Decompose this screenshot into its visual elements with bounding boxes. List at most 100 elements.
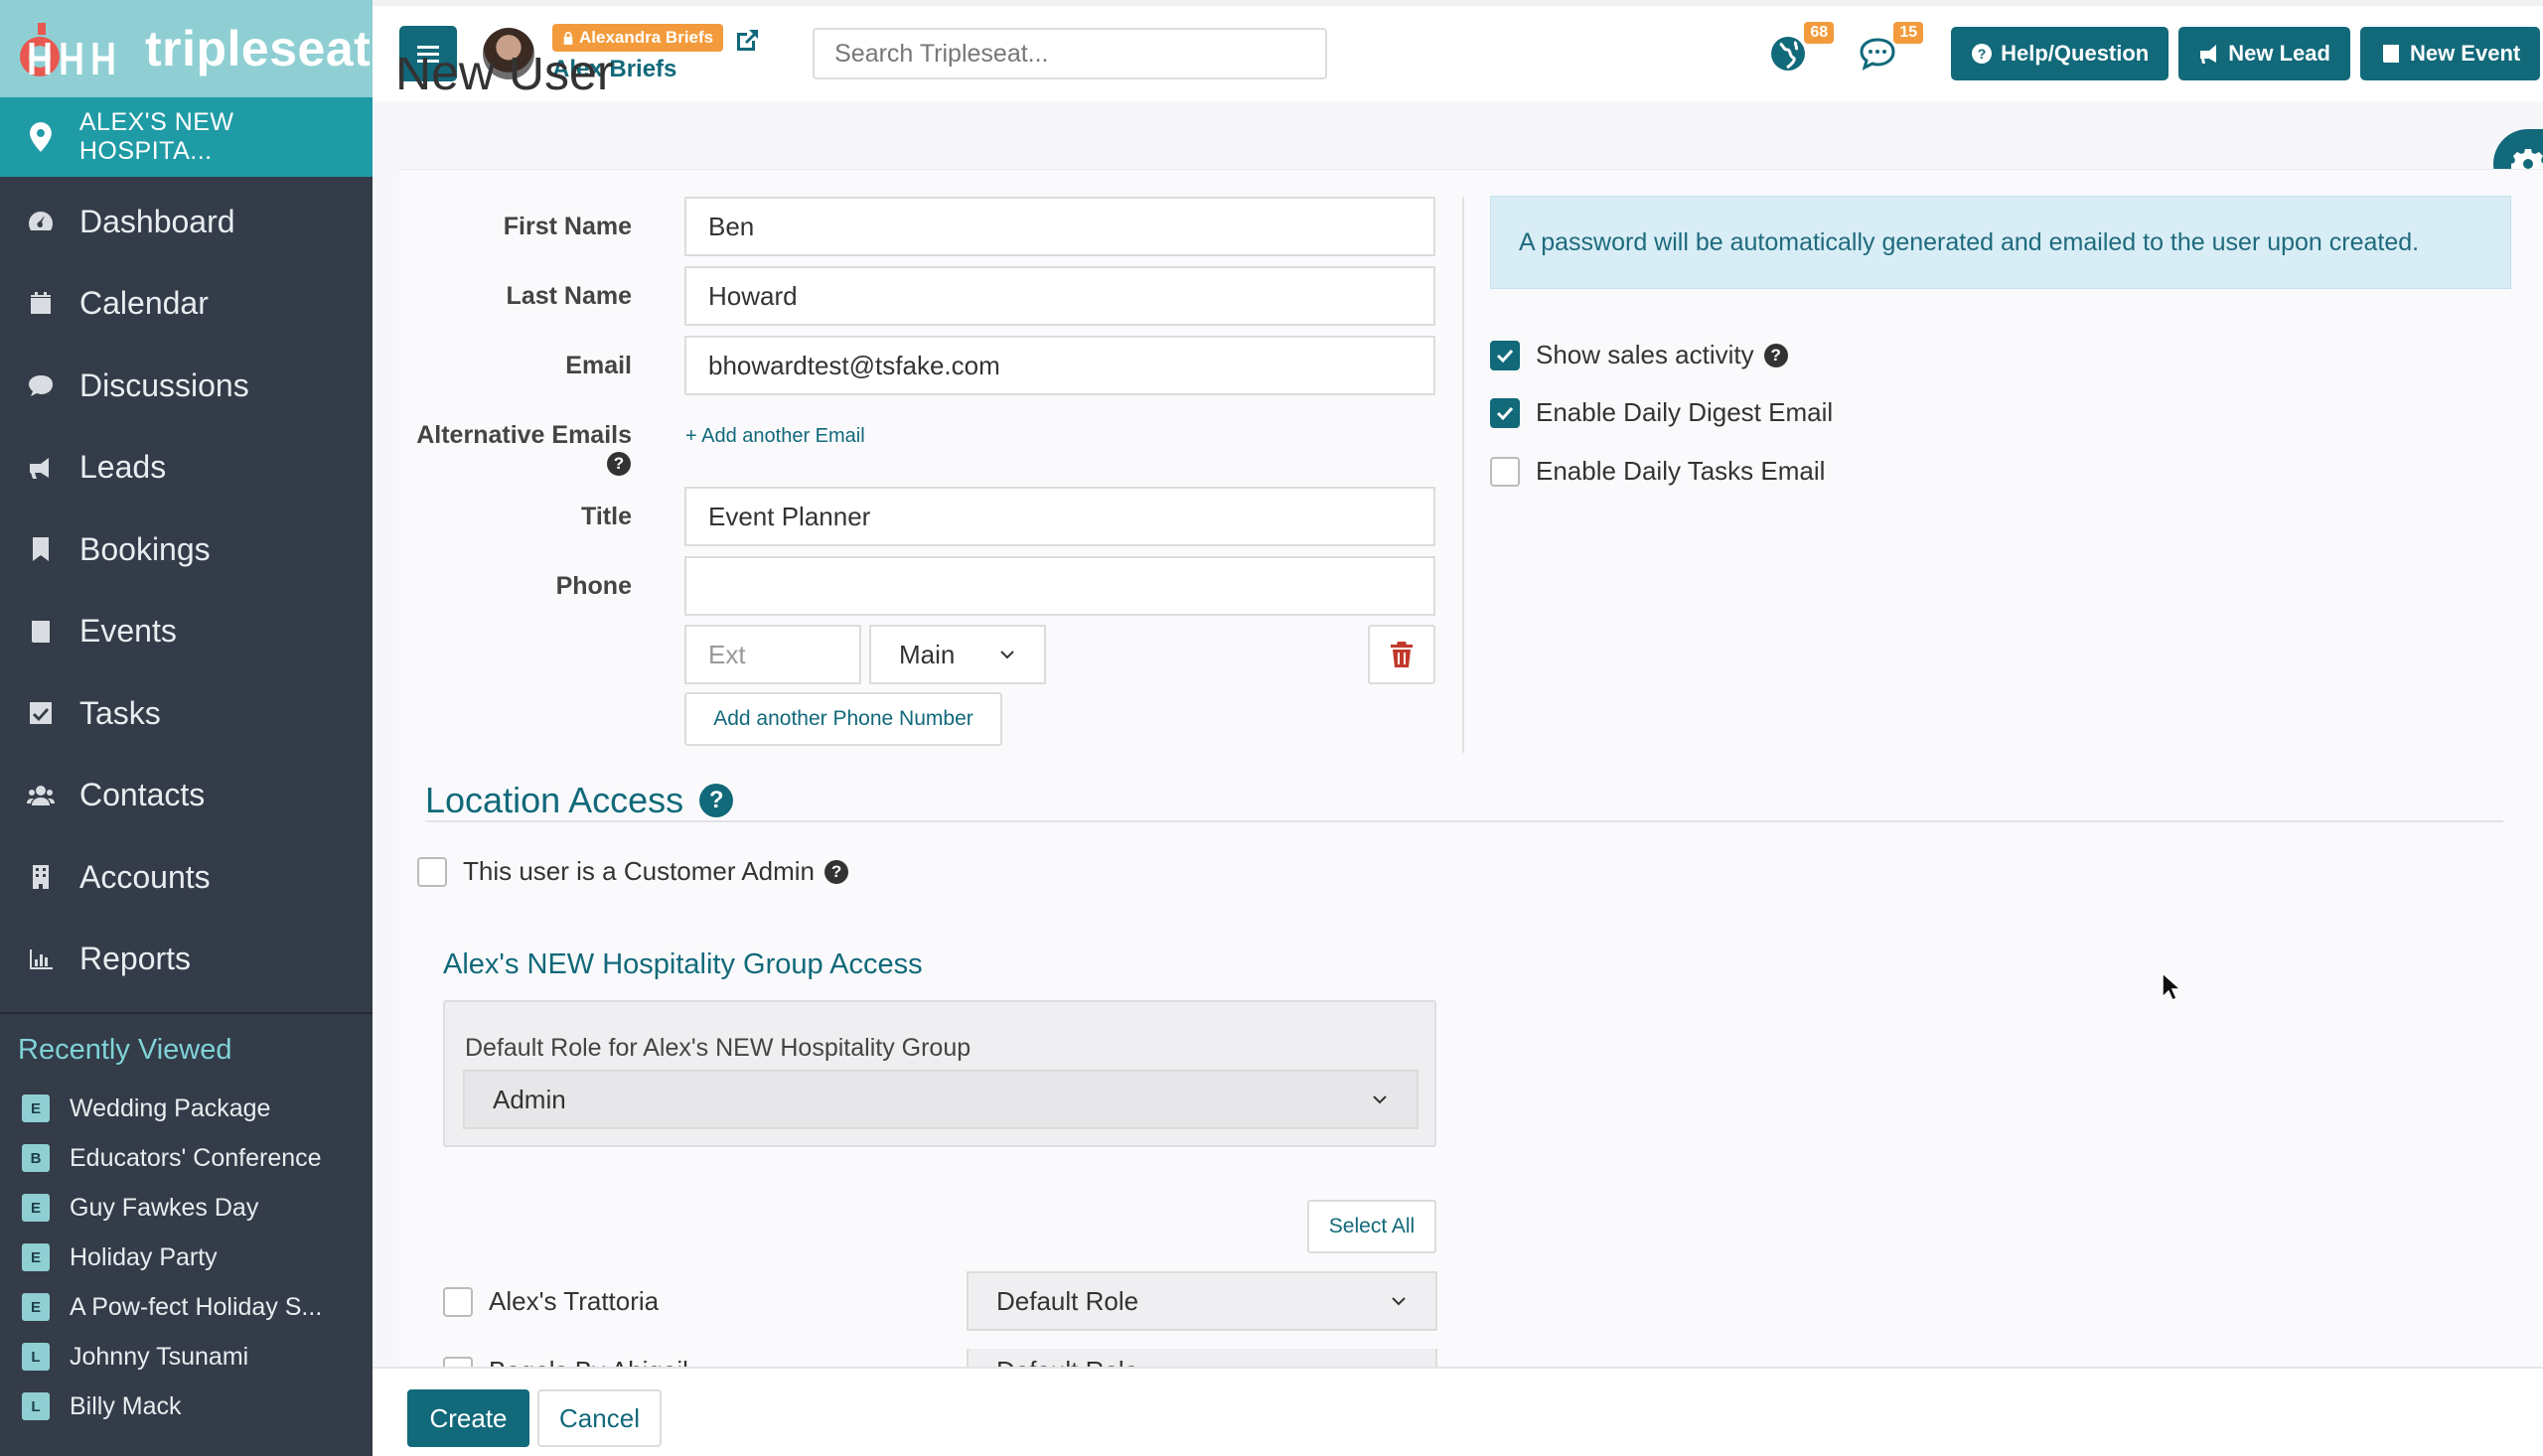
sidebar-item-label: Dashboard xyxy=(79,203,235,239)
recent-item[interactable]: E Holiday Party xyxy=(0,1233,373,1282)
hamburger-icon xyxy=(417,52,439,56)
bar-chart-icon xyxy=(26,945,56,974)
brand-header[interactable]: tripleseat xyxy=(0,0,373,97)
customer-admin-label: This user is a Customer Admin xyxy=(463,856,816,886)
location-checkbox[interactable] xyxy=(443,1286,473,1317)
daily-tasks-checkbox[interactable] xyxy=(1490,456,1520,487)
phone-ext-field[interactable]: Ext xyxy=(684,625,861,684)
new-event-button[interactable]: New Event xyxy=(2359,27,2541,80)
form-footer: Create Cancel xyxy=(373,1367,2543,1456)
messages-button[interactable]: 15 xyxy=(1854,22,1924,77)
option-daily-tasks: Enable Daily Tasks Email xyxy=(1490,456,1825,487)
help-icon[interactable]: ? xyxy=(824,859,849,884)
customer-admin-checkbox[interactable] xyxy=(417,856,447,887)
recently-viewed-title: Recently Viewed xyxy=(18,1034,232,1066)
location-role-value: Default Role xyxy=(996,1356,1138,1368)
sidebar-item-label: Events xyxy=(79,613,177,650)
option-label: Enable Daily Digest Email xyxy=(1536,397,1834,427)
sidebar-item-reports[interactable]: Reports xyxy=(0,919,373,1001)
trash-icon xyxy=(1391,642,1413,667)
email-field[interactable]: bhowardtest@tsfake.com xyxy=(684,336,1435,395)
search-input[interactable] xyxy=(813,28,1328,79)
sidebar-item-accounts[interactable]: Accounts xyxy=(0,836,373,919)
phone-label: Phone xyxy=(555,572,632,600)
recent-item[interactable]: E A Pow-fect Holiday S... xyxy=(0,1282,373,1332)
location-role-select[interactable]: Default Role xyxy=(967,1271,1437,1331)
add-another-email-link[interactable]: + Add another Email xyxy=(685,425,865,448)
location-role-select[interactable]: Default Role xyxy=(967,1349,1437,1367)
recent-item[interactable]: L Johnny Tsunami xyxy=(0,1332,373,1382)
sidebar-item-contacts[interactable]: Contacts xyxy=(0,755,373,837)
add-phone-number-button[interactable]: Add another Phone Number xyxy=(684,692,1002,746)
new-event-label: New Event xyxy=(2409,41,2521,66)
book-icon xyxy=(26,617,56,647)
show-sales-activity-checkbox[interactable] xyxy=(1490,340,1520,370)
recent-item[interactable]: B Educators' Conference xyxy=(0,1133,373,1183)
first-name-field[interactable]: Ben xyxy=(684,197,1435,256)
tripleseat-logo-icon xyxy=(20,23,114,76)
new-lead-button[interactable]: New Lead xyxy=(2178,27,2350,80)
title-field[interactable]: Event Planner xyxy=(684,487,1435,546)
messages-count: 15 xyxy=(1893,22,1924,44)
chat-icon xyxy=(1860,38,1895,71)
sidebar-item-label: Calendar xyxy=(79,285,209,322)
last-name-field[interactable]: Howard xyxy=(684,266,1435,326)
recent-item-label: Billy Mack xyxy=(70,1391,182,1420)
phone-type-select[interactable]: Main xyxy=(869,625,1046,684)
top-bar: Alexandra Briefs Alex Briefs 68 15 ? Hel… xyxy=(373,0,2543,101)
help-question-label: Help/Question xyxy=(2001,41,2150,66)
notifications-count: 68 xyxy=(1804,22,1835,44)
recent-item[interactable]: E Guy Fawkes Day xyxy=(0,1183,373,1233)
location-row: Bagels By Abigail xyxy=(443,1356,688,1367)
section-divider xyxy=(425,820,2503,822)
globe-icon xyxy=(1771,37,1806,71)
mouse-cursor-icon xyxy=(2162,971,2182,1002)
impersonation-badge[interactable]: Alexandra Briefs xyxy=(552,24,724,52)
external-link-icon[interactable] xyxy=(733,27,761,55)
sidebar-item-dashboard[interactable]: Dashboard xyxy=(0,181,373,263)
bullhorn-icon xyxy=(26,453,56,483)
phone-field[interactable] xyxy=(684,556,1435,616)
default-role-well: Default Role for Alex's NEW Hospitality … xyxy=(443,1000,1436,1147)
location-selector[interactable]: ALEX'S NEW HOSPITA... xyxy=(0,97,373,177)
sidebar-item-label: Leads xyxy=(79,449,167,486)
delete-phone-button[interactable] xyxy=(1368,625,1435,684)
select-all-button[interactable]: Select All xyxy=(1307,1200,1436,1253)
location-name: Alex's Trattoria xyxy=(489,1286,660,1316)
default-role-label: Default Role for Alex's NEW Hospitality … xyxy=(465,1034,972,1062)
recent-item-label: Guy Fawkes Day xyxy=(70,1193,259,1222)
title-label: Title xyxy=(581,503,632,530)
recent-item[interactable]: E Wedding Package xyxy=(0,1084,373,1133)
location-checkbox[interactable] xyxy=(443,1356,473,1367)
record-type-badge: L xyxy=(22,1343,50,1371)
location-role-value: Default Role xyxy=(996,1285,1139,1316)
help-question-button[interactable]: ? Help/Question xyxy=(1951,27,2169,80)
sidebar-item-bookings[interactable]: Bookings xyxy=(0,509,373,591)
alternative-emails-label: Alternative Emails xyxy=(416,421,632,449)
sidebar-item-label: Discussions xyxy=(79,366,249,403)
sidebar-item-leads[interactable]: Leads xyxy=(0,427,373,510)
notifications-button[interactable]: 68 xyxy=(1764,22,1835,77)
daily-digest-checkbox[interactable] xyxy=(1490,397,1520,428)
cancel-button[interactable]: Cancel xyxy=(537,1389,662,1447)
help-icon[interactable]: ? xyxy=(1763,343,1788,367)
password-info-alert: A password will be automatically generat… xyxy=(1490,196,2511,289)
first-name-label: First Name xyxy=(503,213,632,240)
checkmark-icon xyxy=(1496,349,1514,363)
calendar-icon xyxy=(26,289,56,319)
main-nav: Dashboard Calendar Discussions Leads Boo… xyxy=(0,181,373,1000)
help-icon[interactable]: ? xyxy=(699,784,734,817)
sidebar-item-discussions[interactable]: Discussions xyxy=(0,345,373,427)
chevron-down-icon xyxy=(1392,1297,1406,1306)
create-button[interactable]: Create xyxy=(407,1389,529,1447)
help-icon[interactable]: ? xyxy=(607,452,631,476)
sidebar-item-calendar[interactable]: Calendar xyxy=(0,263,373,346)
svg-text:?: ? xyxy=(1978,46,1987,62)
map-pin-icon xyxy=(30,122,52,152)
location-name: ALEX'S NEW HOSPITA... xyxy=(78,108,234,165)
recent-item[interactable]: L Billy Mack xyxy=(0,1382,373,1431)
sidebar-item-tasks[interactable]: Tasks xyxy=(0,672,373,755)
location-row: Alex's Trattoria xyxy=(443,1286,659,1317)
sidebar-item-events[interactable]: Events xyxy=(0,591,373,673)
default-role-select[interactable]: Admin xyxy=(463,1070,1419,1129)
